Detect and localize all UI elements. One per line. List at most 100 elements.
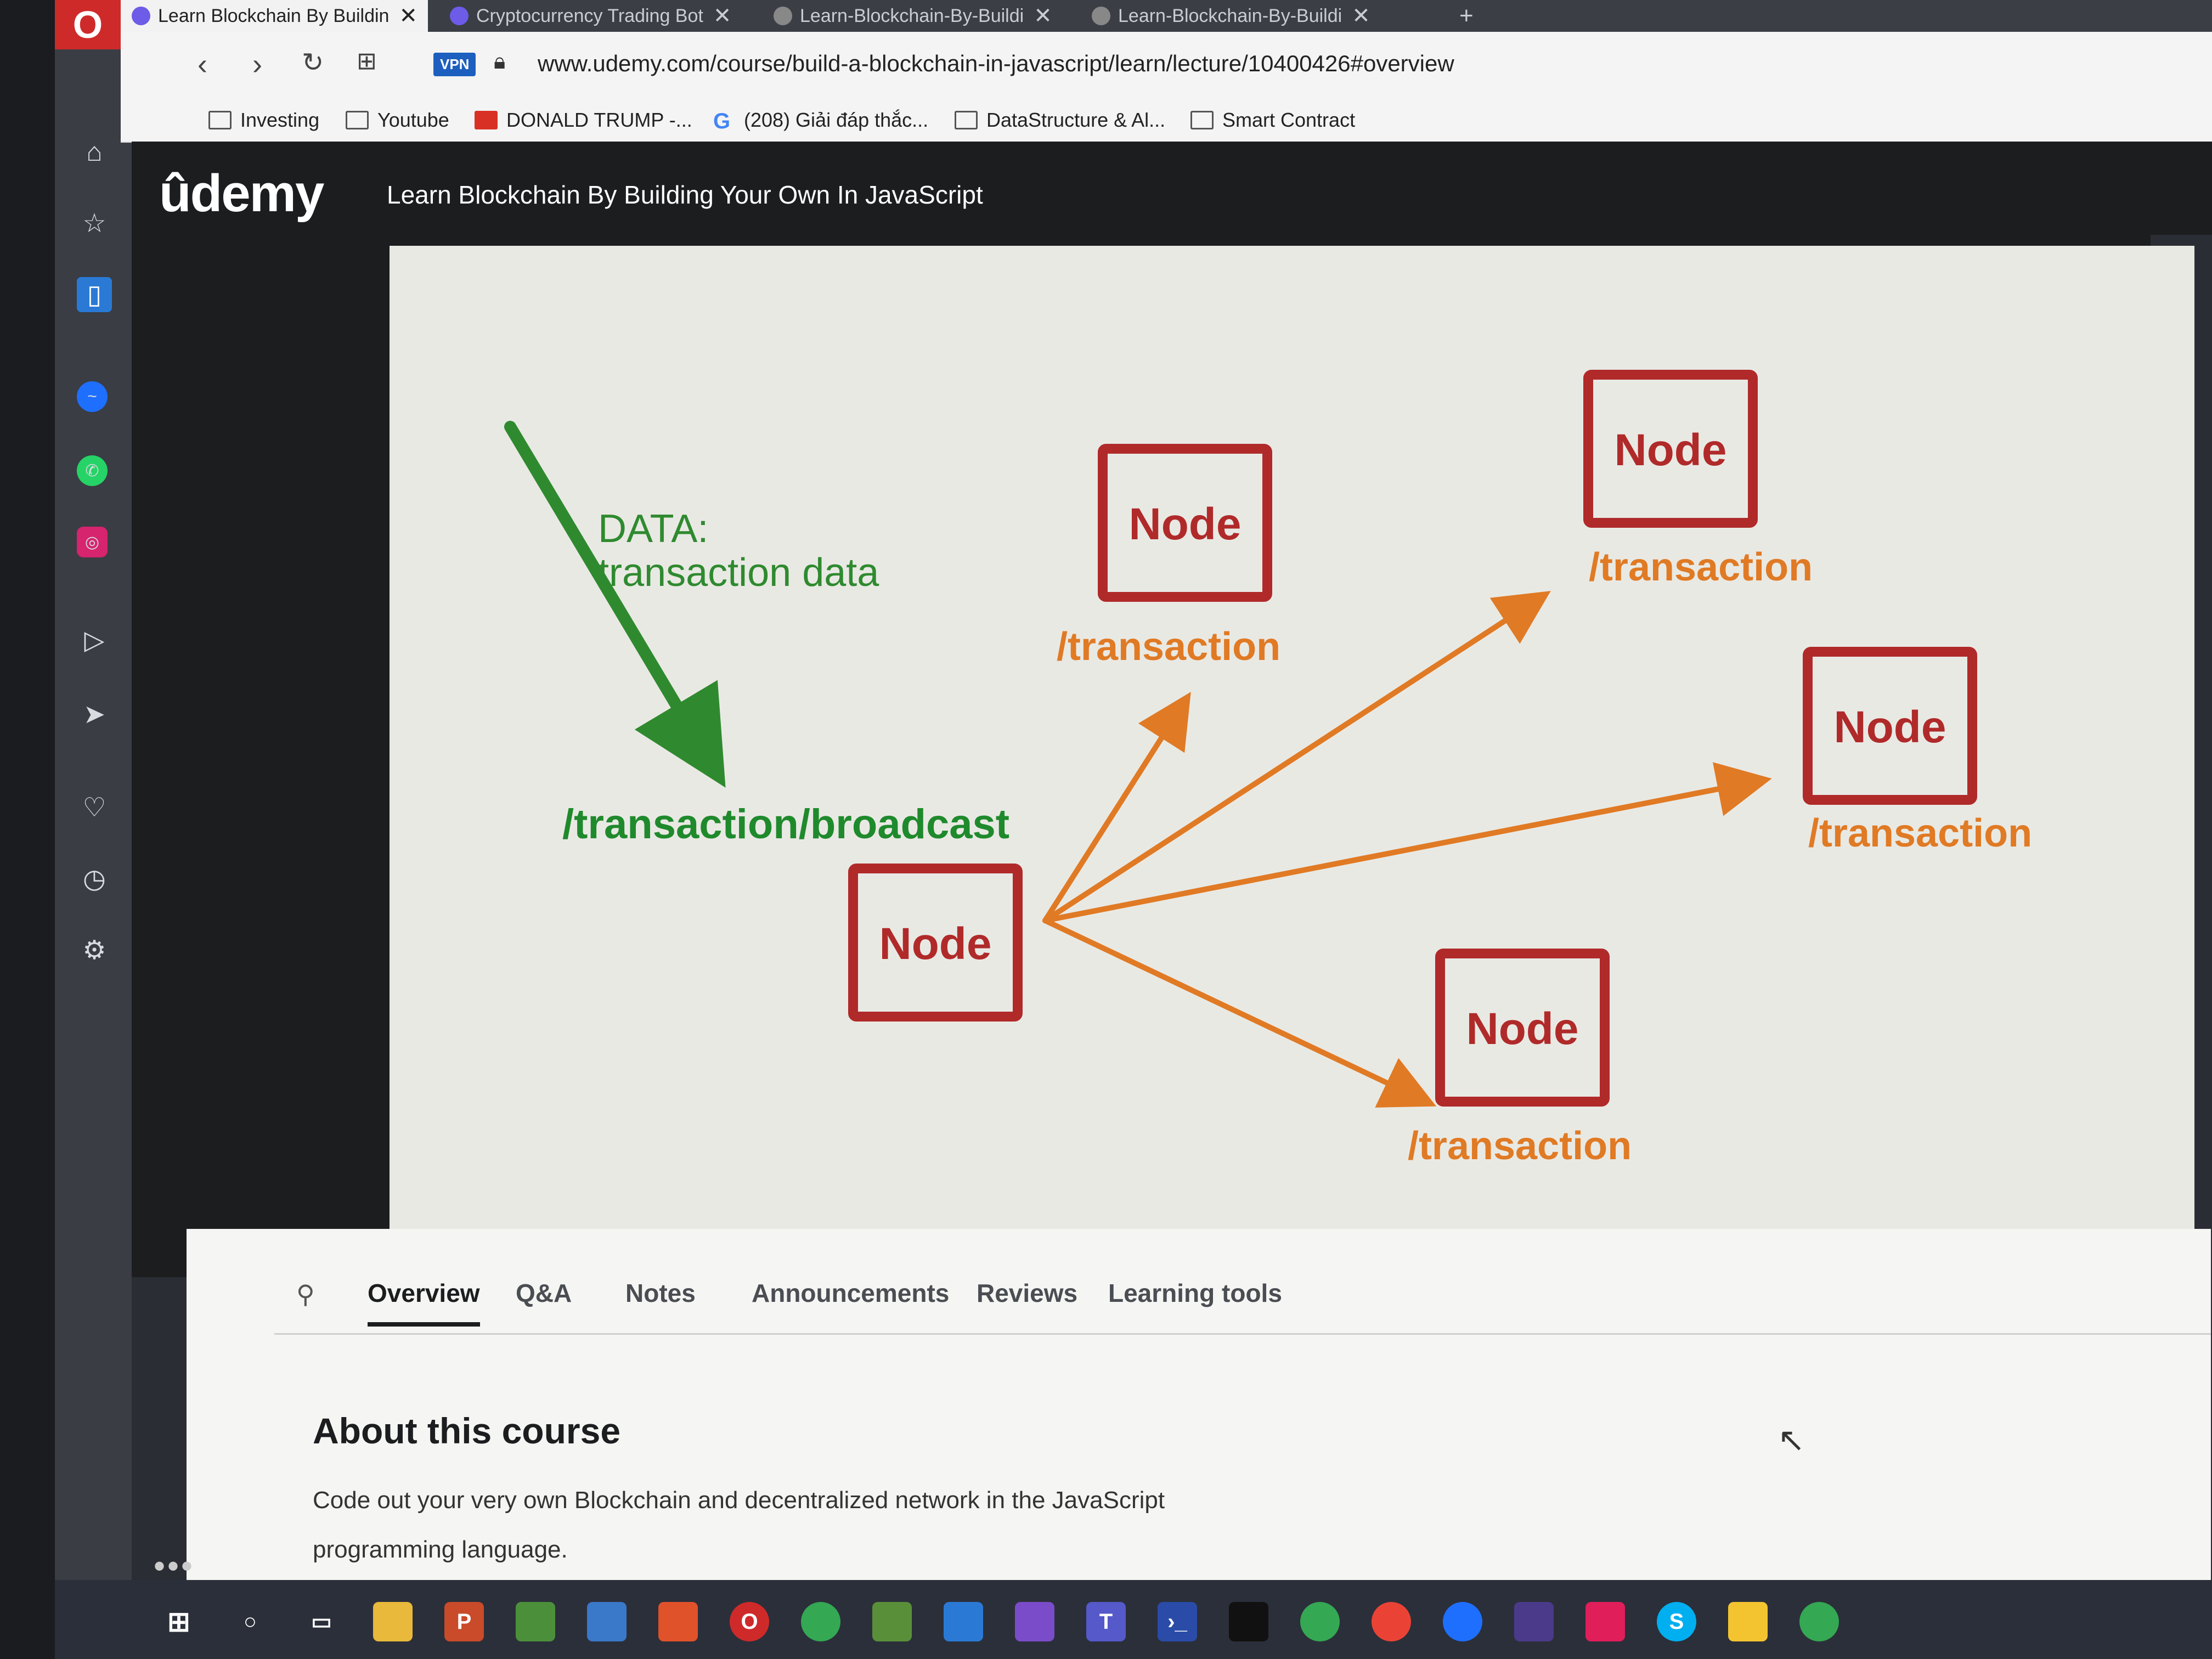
udemy-favicon-icon — [450, 7, 469, 25]
opera-icon[interactable]: O — [730, 1602, 769, 1641]
udemy-favicon-icon — [132, 7, 150, 25]
notepad-icon[interactable] — [872, 1602, 912, 1641]
home-icon[interactable]: ⌂ — [77, 134, 112, 170]
file-explorer-icon[interactable] — [373, 1602, 413, 1641]
forward-icon[interactable]: › — [252, 47, 262, 81]
udemy-logo[interactable]: ûdemy — [159, 163, 324, 224]
skype-icon[interactable]: S — [1657, 1602, 1696, 1641]
send-icon[interactable]: ➤ — [77, 697, 112, 732]
book-icon[interactable]: ▯ — [77, 277, 112, 312]
monitor-screen: O ⌂ ☆ ▯ ~ ✆ ◎ ▷ ➤ ♡ ◷ ⚙ Learn Blockchain… — [55, 0, 2212, 1659]
terminal-icon[interactable] — [1229, 1602, 1268, 1641]
data-arrow — [504, 421, 726, 788]
about-description: Code out your very own Blockchain and de… — [313, 1476, 1300, 1575]
address-bar: ‹ › ↻ ⊞ VPN 🔒︎ www.udemy.com/course/buil… — [121, 32, 2212, 103]
bookmark-donald-trump[interactable]: DONALD TRUMP -... — [475, 109, 692, 132]
player-icon[interactable]: ▷ — [77, 623, 112, 658]
tab-qa[interactable]: Q&A — [516, 1278, 572, 1308]
app-icon[interactable] — [1443, 1602, 1482, 1641]
folder-icon — [1190, 111, 1214, 129]
whatsapp-icon[interactable]: ✆ — [77, 455, 108, 486]
tabs-grid-icon[interactable]: ⊞ — [357, 47, 377, 75]
heart-icon[interactable]: ♡ — [77, 790, 112, 825]
data-label: DATA: — [598, 507, 708, 551]
close-tab-icon[interactable]: ✕ — [1352, 3, 1370, 29]
bookmark-youtube[interactable]: Youtube — [346, 109, 449, 132]
bookmark-label: Smart Contract — [1222, 109, 1356, 131]
chrome-icon[interactable] — [1799, 1602, 1839, 1641]
close-tab-icon[interactable]: ✕ — [1034, 3, 1052, 29]
data-description: transaction data — [598, 551, 879, 595]
tab-learn-blockchain[interactable]: Learn Blockchain By Buildin ✕ — [121, 0, 428, 32]
powershell-icon[interactable]: ›_ — [1158, 1602, 1197, 1641]
tab-notes[interactable]: Notes — [625, 1278, 696, 1308]
settings-gear-icon[interactable]: ⚙ — [77, 933, 112, 968]
instagram-icon[interactable]: ◎ — [77, 527, 108, 557]
bookmark-datastructure[interactable]: DataStructure & Al... — [955, 109, 1165, 132]
messenger-icon[interactable]: ~ — [77, 381, 108, 412]
slack-icon[interactable] — [1585, 1602, 1625, 1641]
sticky-notes-icon[interactable] — [1728, 1602, 1768, 1641]
windows-start-icon[interactable]: ⊞ — [159, 1602, 199, 1641]
url-field[interactable]: www.udemy.com/course/build-a-blockchain-… — [538, 50, 1454, 77]
node-4: Node /transaction — [1408, 949, 1632, 1168]
tab-reviews[interactable]: Reviews — [977, 1278, 1077, 1308]
vscode-icon[interactable] — [944, 1602, 983, 1641]
route-label: /transaction — [1808, 811, 2032, 855]
browser-sidebar: O ⌂ ☆ ▯ ~ ✆ ◎ ▷ ➤ ♡ ◷ ⚙ — [55, 0, 132, 1591]
tab-bar: Learn Blockchain By Buildin ✕ Cryptocurr… — [121, 0, 2212, 32]
powerpoint-icon[interactable]: P — [444, 1602, 484, 1641]
app-icon[interactable] — [587, 1602, 627, 1641]
search-icon[interactable]: ⚲ — [296, 1279, 315, 1309]
bookmark-label: Youtube — [377, 109, 449, 131]
opera-logo-icon[interactable]: O — [55, 0, 121, 49]
close-tab-icon[interactable]: ✕ — [399, 3, 417, 29]
brave-icon[interactable] — [658, 1602, 698, 1641]
tabs-divider — [274, 1333, 2211, 1335]
about-description-line: programming language. — [313, 1536, 568, 1563]
star-icon[interactable]: ☆ — [77, 206, 112, 241]
more-options-icon[interactable]: ••• — [154, 1547, 195, 1585]
teams-icon[interactable]: T — [1086, 1602, 1126, 1641]
bookmark-label: DONALD TRUMP -... — [506, 109, 692, 131]
bookmark-giai-dap[interactable]: G (208) Giải đáp thắc... — [713, 109, 928, 133]
back-icon[interactable]: ‹ — [198, 47, 207, 81]
lock-icon[interactable]: 🔒︎ — [494, 49, 505, 74]
search-icon[interactable]: ○ — [230, 1602, 270, 1641]
node-3: Node /transaction — [1803, 647, 2032, 855]
folder-icon — [955, 111, 978, 129]
video-player[interactable]: DATA: transaction data /transaction/broa… — [132, 235, 2194, 1277]
udemy-header: ûdemy Learn Blockchain By Building Your … — [132, 142, 2212, 235]
app-icon[interactable] — [1514, 1602, 1554, 1641]
tab-learning-tools[interactable]: Learning tools — [1108, 1278, 1282, 1308]
history-icon[interactable]: ◷ — [77, 861, 112, 896]
tab-github-1[interactable]: Learn-Blockchain-By-Buildi ✕ — [763, 0, 1075, 32]
close-tab-icon[interactable]: ✕ — [713, 3, 732, 29]
tab-announcements[interactable]: Announcements — [752, 1278, 949, 1308]
tab-title: Learn-Blockchain-By-Buildi — [800, 5, 1024, 26]
vpn-badge[interactable]: VPN — [433, 53, 476, 76]
arrow-to-node-1 — [1042, 692, 1191, 923]
tab-trading-bot[interactable]: Cryptocurrency Trading Bot ✕ — [439, 0, 757, 32]
course-tabs: ⚲ Overview Q&A Notes Announcements Revie… — [187, 1229, 2211, 1339]
visual-studio-icon[interactable] — [1015, 1602, 1054, 1641]
about-title: About this course — [313, 1410, 621, 1451]
photos-icon[interactable] — [516, 1602, 555, 1641]
tab-github-2[interactable]: Learn-Blockchain-By-Buildi ✕ — [1081, 0, 1388, 32]
task-view-icon[interactable]: ▭ — [302, 1602, 341, 1641]
route-label: /transaction — [1589, 545, 1813, 589]
bookmark-investing[interactable]: Investing — [208, 109, 319, 132]
bookmark-smart-contract[interactable]: Smart Contract — [1190, 109, 1355, 132]
course-title[interactable]: Learn Blockchain By Building Your Own In… — [387, 180, 983, 210]
chrome-icon[interactable] — [801, 1602, 840, 1641]
folder-icon — [208, 111, 232, 129]
node-1: Node /transaction — [1057, 444, 1280, 669]
new-tab-button[interactable]: + — [1448, 0, 1492, 32]
tab-overview[interactable]: Overview — [368, 1278, 480, 1327]
reload-icon[interactable]: ↻ — [302, 47, 324, 78]
chrome-icon[interactable] — [1372, 1602, 1411, 1641]
chrome-icon[interactable] — [1300, 1602, 1340, 1641]
node-label: Node — [1615, 425, 1727, 475]
tab-title: Cryptocurrency Trading Bot — [476, 5, 703, 26]
tab-title: Learn-Blockchain-By-Buildi — [1118, 5, 1342, 26]
